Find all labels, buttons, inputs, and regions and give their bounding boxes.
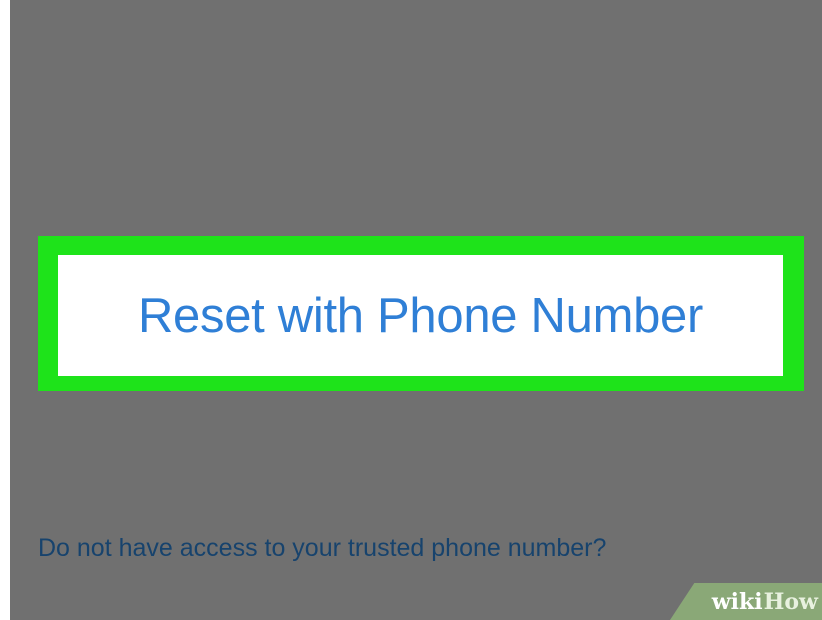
reset-with-phone-number-button[interactable]: Reset with Phone Number bbox=[58, 255, 783, 376]
wikihow-watermark: wiki How bbox=[670, 583, 822, 620]
no-access-trusted-phone-link[interactable]: Do not have access to your trusted phone… bbox=[38, 534, 606, 563]
reset-button-label: Reset with Phone Number bbox=[137, 288, 704, 343]
watermark-wiki: wiki bbox=[711, 588, 763, 615]
watermark-how: How bbox=[763, 588, 818, 615]
